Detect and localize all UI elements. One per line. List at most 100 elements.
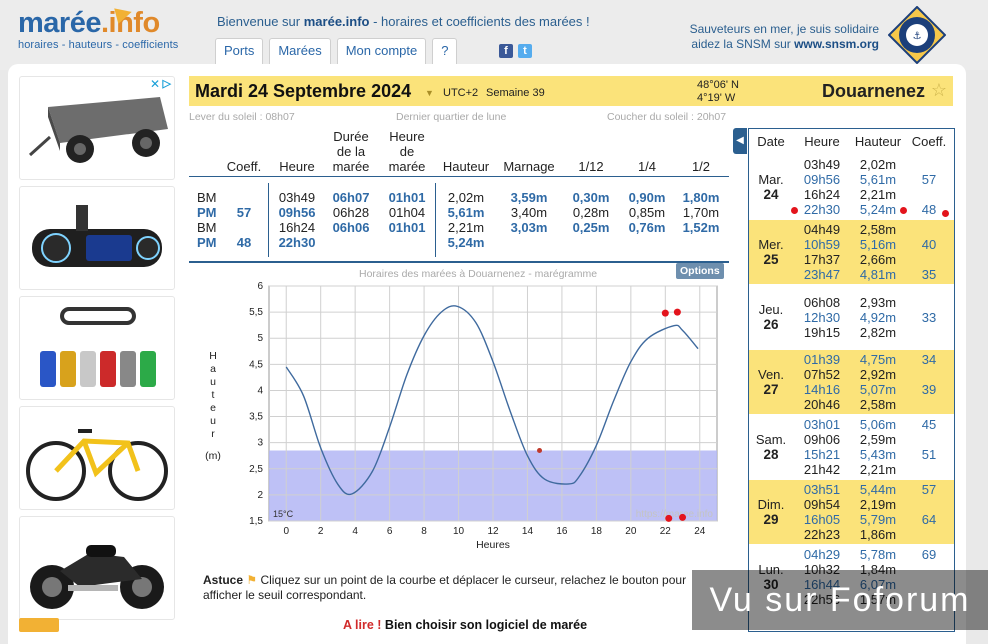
side-tide-height: 5,44m bbox=[859, 482, 897, 497]
side-tide-time: 12h30 bbox=[803, 309, 841, 325]
side-tide-row: 07h52 2,92m bbox=[749, 367, 954, 382]
temperature-label: 15°C bbox=[273, 509, 294, 519]
side-tide-height: 2,58m bbox=[859, 397, 897, 412]
ad-motorcycle[interactable] bbox=[19, 516, 175, 620]
cell-hauteur: 5,61m bbox=[447, 205, 485, 220]
ad-close-icon[interactable]: ✕ bbox=[150, 77, 160, 91]
ad-car-charger[interactable] bbox=[19, 186, 175, 290]
side-tide-height: 5,24m bbox=[859, 202, 897, 217]
side-tide-time: 01h39 bbox=[803, 352, 841, 367]
header-coef: Coeff. bbox=[226, 159, 262, 174]
snsm-logo[interactable]: ⚓ bbox=[888, 6, 946, 64]
side-tide-row: 21h42 2,21m bbox=[749, 462, 954, 477]
y-tick-label: 4 bbox=[257, 385, 263, 396]
side-tide-time: 04h49 bbox=[803, 222, 841, 237]
cell-heure-maree: 01h04 bbox=[388, 205, 426, 220]
ad-bicycle[interactable] bbox=[19, 406, 175, 510]
side-day[interactable]: Ven. 27 01h39 4,75m 34 07h52 2,92m 14h16 5,07m 39… bbox=[749, 350, 954, 414]
side-tide-time: 17h37 bbox=[803, 252, 841, 267]
welcome-text: Bienvenue sur marée.info - horaires et c… bbox=[217, 14, 590, 29]
y-axis-unit: (m) bbox=[205, 450, 221, 462]
side-tide-coef: 40 bbox=[921, 237, 937, 252]
y-tick-label: 3 bbox=[257, 438, 263, 449]
snsm-line1: Sauveteurs en mer, je suis solidaire bbox=[689, 22, 879, 36]
tab-help[interactable]: ? bbox=[432, 38, 458, 64]
cell-heure: 22h30 bbox=[278, 235, 316, 250]
side-tide-row: 09h06 2,59m bbox=[749, 432, 954, 447]
side-tide-height: 2,59m bbox=[859, 432, 897, 447]
tab-mon-compte[interactable]: Mon compte bbox=[336, 38, 427, 64]
side-tide-coef: 51 bbox=[921, 447, 937, 462]
adchoices-icon[interactable]: ▷ bbox=[160, 77, 174, 90]
tide-chart[interactable]: Horaires des marées à Douarnenez - marég… bbox=[189, 261, 729, 561]
x-tick-label: 14 bbox=[522, 526, 534, 537]
header-twelfth: 1/12 bbox=[578, 159, 604, 174]
y-axis-label-letter: r bbox=[211, 428, 215, 440]
facebook-icon[interactable]: f bbox=[499, 44, 513, 58]
header-duree-2: de la bbox=[336, 144, 366, 159]
y-tick-label: 6 bbox=[257, 281, 263, 292]
side-day[interactable]: Sam. 28 03h01 5,06m 45 09h06 2,59m 15h21 5,43m 51… bbox=[749, 415, 954, 479]
bicycle-image bbox=[26, 429, 168, 501]
side-tide-coef: 64 bbox=[921, 512, 937, 527]
ad-socket-keychain[interactable] bbox=[19, 296, 175, 400]
side-tide-time: 16h24 bbox=[803, 187, 841, 202]
cell-duree: 06h07 bbox=[332, 190, 370, 205]
side-header-date: Date bbox=[757, 134, 785, 149]
header-hmaree-1: Heure bbox=[389, 129, 425, 144]
cell-heure-maree: 01h01 bbox=[388, 190, 426, 205]
date-dropdown-icon[interactable]: ▼ bbox=[425, 88, 434, 98]
twitter-icon[interactable]: t bbox=[518, 44, 532, 58]
side-tide-height: 2,92m bbox=[859, 367, 897, 382]
current-tide-marker bbox=[791, 207, 798, 214]
cell-quarter: 0,76m bbox=[628, 220, 666, 235]
side-tide-row: 12h30 4,92m 33 bbox=[749, 310, 954, 325]
cell-half: 1,70m bbox=[682, 205, 720, 220]
tip-flag-icon: ⚑ bbox=[246, 573, 258, 587]
sunrise-time: Lever du soleil : 08h07 bbox=[189, 111, 295, 123]
header-duree-3: marée bbox=[332, 159, 370, 174]
side-tide-height: 5,78m bbox=[859, 547, 897, 562]
side-day[interactable]: Jeu. 26 06h08 2,93m 12h30 4,92m 33 19h15 2,82m bbox=[749, 285, 954, 349]
favorite-star-icon[interactable]: ☆ bbox=[931, 80, 947, 101]
y-axis-label-letter: e bbox=[210, 402, 216, 414]
side-header-heure: Heure bbox=[804, 134, 840, 149]
tide-chart-svg[interactable]: 0 2 4 6 8 10 12 14 16 18 20 22 241,522,533,544,555,5… bbox=[189, 261, 729, 561]
side-day[interactable]: Mer. 25 04h49 2,58m 10h59 5,16m 40 17h37 2,66m 23… bbox=[749, 220, 954, 284]
tab-marees[interactable]: Marées bbox=[269, 38, 331, 64]
timezone: UTC+2 bbox=[443, 87, 479, 99]
x-tick-label: 16 bbox=[556, 526, 568, 537]
side-tide-height: 2,21m bbox=[859, 187, 897, 202]
side-tide-height: 4,81m bbox=[859, 267, 897, 282]
y-tick-label: 3,5 bbox=[249, 412, 263, 423]
chart-red-dot bbox=[661, 309, 669, 317]
side-day[interactable]: Dim. 29 03h51 5,44m 57 09h54 2,19m 16h05 5,79m 64… bbox=[749, 480, 954, 544]
snsm-message: Sauveteurs en mer, je suis solidaire aid… bbox=[660, 22, 879, 52]
side-tide-row: 15h21 5,43m 51 bbox=[749, 447, 954, 462]
side-tide-row: 04h49 2,58m bbox=[749, 222, 954, 237]
side-day[interactable]: Mar. 24 03h49 2,02m 09h56 5,61m 57 16h24 2,21m 22… bbox=[749, 155, 954, 219]
chart-red-dot bbox=[673, 308, 681, 316]
side-tide-row: 03h01 5,06m 45 bbox=[749, 417, 954, 432]
side-tide-height: 5,79m bbox=[859, 512, 897, 527]
side-tide-time: 21h42 bbox=[803, 462, 841, 477]
side-tide-coef: 39 bbox=[921, 382, 937, 397]
y-axis-label-letter: u bbox=[210, 415, 216, 427]
nav-tabs: Ports Marées Mon compte ? bbox=[215, 38, 458, 64]
date-title[interactable]: Mardi 24 Septembre 2024 bbox=[195, 81, 411, 102]
side-tide-time: 07h52 bbox=[803, 367, 841, 382]
snsm-link[interactable]: www.snsm.org bbox=[794, 37, 879, 51]
cell-heure: 16h24 bbox=[278, 220, 316, 235]
x-tick-label: 18 bbox=[591, 526, 603, 537]
tab-ports[interactable]: Ports bbox=[215, 38, 264, 64]
side-tide-height: 2,93m bbox=[859, 294, 897, 310]
cell-heure: 03h49 bbox=[278, 190, 316, 205]
tide-table-row: BM 03h49 06h07 01h01 2,02m 3,59m 0,30m 0,90m 1,8… bbox=[189, 190, 729, 205]
side-tide-coef: 57 bbox=[921, 172, 937, 187]
side-tide-row: 03h51 5,44m 57 bbox=[749, 482, 954, 497]
side-tide-time: 04h29 bbox=[803, 547, 841, 562]
charger-image bbox=[32, 205, 162, 267]
collapse-sidebar-icon[interactable]: ◀ bbox=[733, 128, 747, 154]
ad-trailer[interactable]: ▷ ✕ bbox=[19, 76, 175, 180]
site-logo[interactable]: marée.info horaires - hauteurs - coeffic… bbox=[18, 4, 178, 51]
